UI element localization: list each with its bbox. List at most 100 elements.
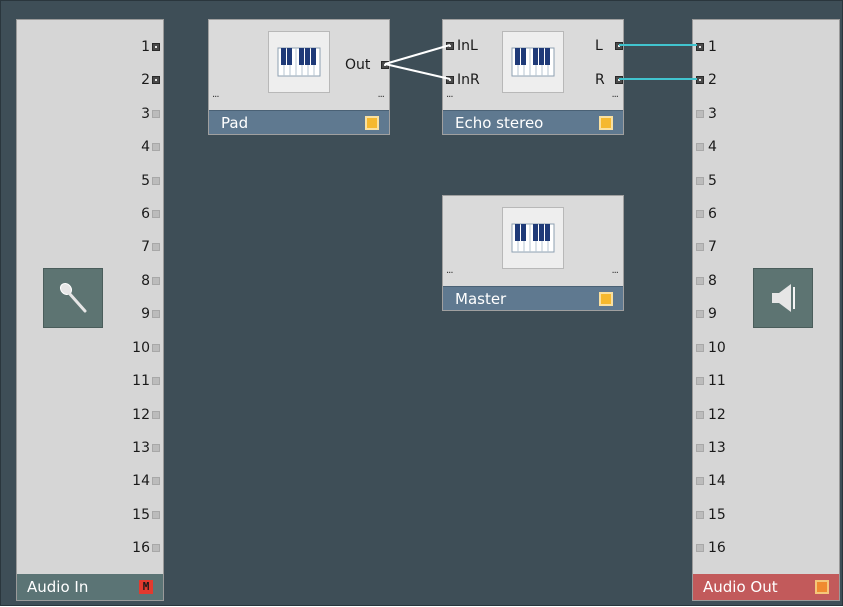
port-label: 13 xyxy=(132,440,150,456)
wire-pad-out-to-echo-inl[interactable] xyxy=(384,44,451,65)
audio-in-footer[interactable]: Audio In M xyxy=(17,574,163,600)
port-plug[interactable] xyxy=(696,544,704,552)
audio-in-port-16[interactable]: 16 xyxy=(130,533,160,563)
port-plug[interactable] xyxy=(152,310,160,318)
port-label: 1 xyxy=(141,39,150,55)
port-plug[interactable] xyxy=(696,243,704,251)
port-plug-l[interactable] xyxy=(615,42,623,50)
module-echo-stereo[interactable]: InL InR ... ... L R Echo stereo xyxy=(442,19,624,135)
port-plug[interactable] xyxy=(696,177,704,185)
port-plug[interactable] xyxy=(152,377,160,385)
audio-out-port-10[interactable]: 10 xyxy=(696,333,746,363)
port-plug[interactable] xyxy=(152,243,160,251)
port-label: 7 xyxy=(141,239,150,255)
audio-out-port-14[interactable]: 14 xyxy=(696,466,746,496)
module-pad[interactable]: ... ... Out Pad xyxy=(208,19,390,135)
port-plug[interactable] xyxy=(152,110,160,118)
port-plug[interactable] xyxy=(152,344,160,352)
port-plug[interactable] xyxy=(696,110,704,118)
module-master[interactable]: ... ... Master xyxy=(442,195,624,311)
port-plug[interactable] xyxy=(152,477,160,485)
port-plug[interactable] xyxy=(696,444,704,452)
port-plug[interactable] xyxy=(152,76,160,84)
port-plug-inr[interactable] xyxy=(446,76,454,84)
audio-in-port-10[interactable]: 10 xyxy=(130,333,160,363)
port-plug[interactable] xyxy=(152,277,160,285)
port-plug[interactable] xyxy=(696,143,704,151)
port-plug[interactable] xyxy=(152,210,160,218)
audio-in-port-14[interactable]: 14 xyxy=(130,466,160,496)
port-plug[interactable] xyxy=(696,76,704,84)
audio-in-port-1[interactable]: 1 xyxy=(130,32,160,62)
audio-in-port-2[interactable]: 2 xyxy=(130,65,160,95)
audio-in-port-15[interactable]: 15 xyxy=(130,500,160,530)
status-led[interactable] xyxy=(599,292,613,306)
module-dots: ... xyxy=(611,89,618,100)
port-plug-inl[interactable] xyxy=(446,42,454,50)
audio-in-port-13[interactable]: 13 xyxy=(130,433,160,463)
audio-out-port-5[interactable]: 5 xyxy=(696,166,746,196)
piano-keys-icon[interactable] xyxy=(502,31,564,93)
structure-canvas[interactable]: 1 2 3 4 5 6 7 8 9 10 11 12 13 14 15 16 A… xyxy=(0,0,843,606)
module-echo-footer[interactable]: Echo stereo xyxy=(443,110,623,134)
port-plug[interactable] xyxy=(696,411,704,419)
port-plug[interactable] xyxy=(696,377,704,385)
audio-out-port-6[interactable]: 6 xyxy=(696,199,746,229)
module-master-footer[interactable]: Master xyxy=(443,286,623,310)
status-led[interactable] xyxy=(365,116,379,130)
audio-in-port-3[interactable]: 3 xyxy=(130,99,160,129)
audio-in-port-4[interactable]: 4 xyxy=(130,132,160,162)
audio-in-port-5[interactable]: 5 xyxy=(130,166,160,196)
audio-out-port-8[interactable]: 8 xyxy=(696,266,746,296)
port-label: 5 xyxy=(141,173,150,189)
port-plug[interactable] xyxy=(152,444,160,452)
mute-badge[interactable]: M xyxy=(139,580,153,594)
audio-in-port-9[interactable]: 9 xyxy=(130,299,160,329)
port-plug[interactable] xyxy=(696,511,704,519)
audio-in-port-8[interactable]: 8 xyxy=(130,266,160,296)
audio-in-port-11[interactable]: 11 xyxy=(130,366,160,396)
port-plug[interactable] xyxy=(152,511,160,519)
port-plug[interactable] xyxy=(696,310,704,318)
port-plug-out[interactable] xyxy=(381,61,389,69)
piano-keys-icon[interactable] xyxy=(502,207,564,269)
audio-out-port-16[interactable]: 16 xyxy=(696,533,746,563)
port-plug[interactable] xyxy=(152,411,160,419)
audio-out-port-15[interactable]: 15 xyxy=(696,500,746,530)
audio-out-port-11[interactable]: 11 xyxy=(696,366,746,396)
port-plug[interactable] xyxy=(152,143,160,151)
status-led[interactable] xyxy=(815,580,829,594)
port-plug[interactable] xyxy=(152,544,160,552)
audio-in-port-7[interactable]: 7 xyxy=(130,232,160,262)
port-plug[interactable] xyxy=(696,210,704,218)
audio-out-port-7[interactable]: 7 xyxy=(696,232,746,262)
audio-out-port-9[interactable]: 9 xyxy=(696,299,746,329)
port-plug[interactable] xyxy=(152,43,160,51)
piano-keys-icon[interactable] xyxy=(268,31,330,93)
wire-pad-out-to-echo-inr[interactable] xyxy=(384,63,451,80)
module-title: Echo stereo xyxy=(455,114,544,132)
status-led[interactable] xyxy=(599,116,613,130)
audio-out-footer[interactable]: Audio Out xyxy=(693,574,839,600)
audio-out-port-1[interactable]: 1 xyxy=(696,32,746,62)
port-label: 2 xyxy=(708,72,717,88)
module-dots: ... xyxy=(377,89,384,100)
audio-out-port-13[interactable]: 13 xyxy=(696,433,746,463)
module-pad-footer[interactable]: Pad xyxy=(209,110,389,134)
port-plug[interactable] xyxy=(696,43,704,51)
audio-out-port-3[interactable]: 3 xyxy=(696,99,746,129)
port-plug[interactable] xyxy=(696,477,704,485)
port-plug[interactable] xyxy=(696,344,704,352)
port-plug[interactable] xyxy=(696,277,704,285)
audio-out-port-2[interactable]: 2 xyxy=(696,65,746,95)
audio-in-port-6[interactable]: 6 xyxy=(130,199,160,229)
port-label: 14 xyxy=(132,473,150,489)
audio-out-port-12[interactable]: 12 xyxy=(696,400,746,430)
port-plug-r[interactable] xyxy=(615,76,623,84)
audio-in-port-12[interactable]: 12 xyxy=(130,400,160,430)
audio-out-panel[interactable]: 1 2 3 4 5 6 7 8 9 10 11 12 13 14 15 16 A… xyxy=(692,19,840,601)
audio-out-port-4[interactable]: 4 xyxy=(696,132,746,162)
audio-in-panel[interactable]: 1 2 3 4 5 6 7 8 9 10 11 12 13 14 15 16 A… xyxy=(16,19,164,601)
port-plug[interactable] xyxy=(152,177,160,185)
port-label: 12 xyxy=(132,407,150,423)
